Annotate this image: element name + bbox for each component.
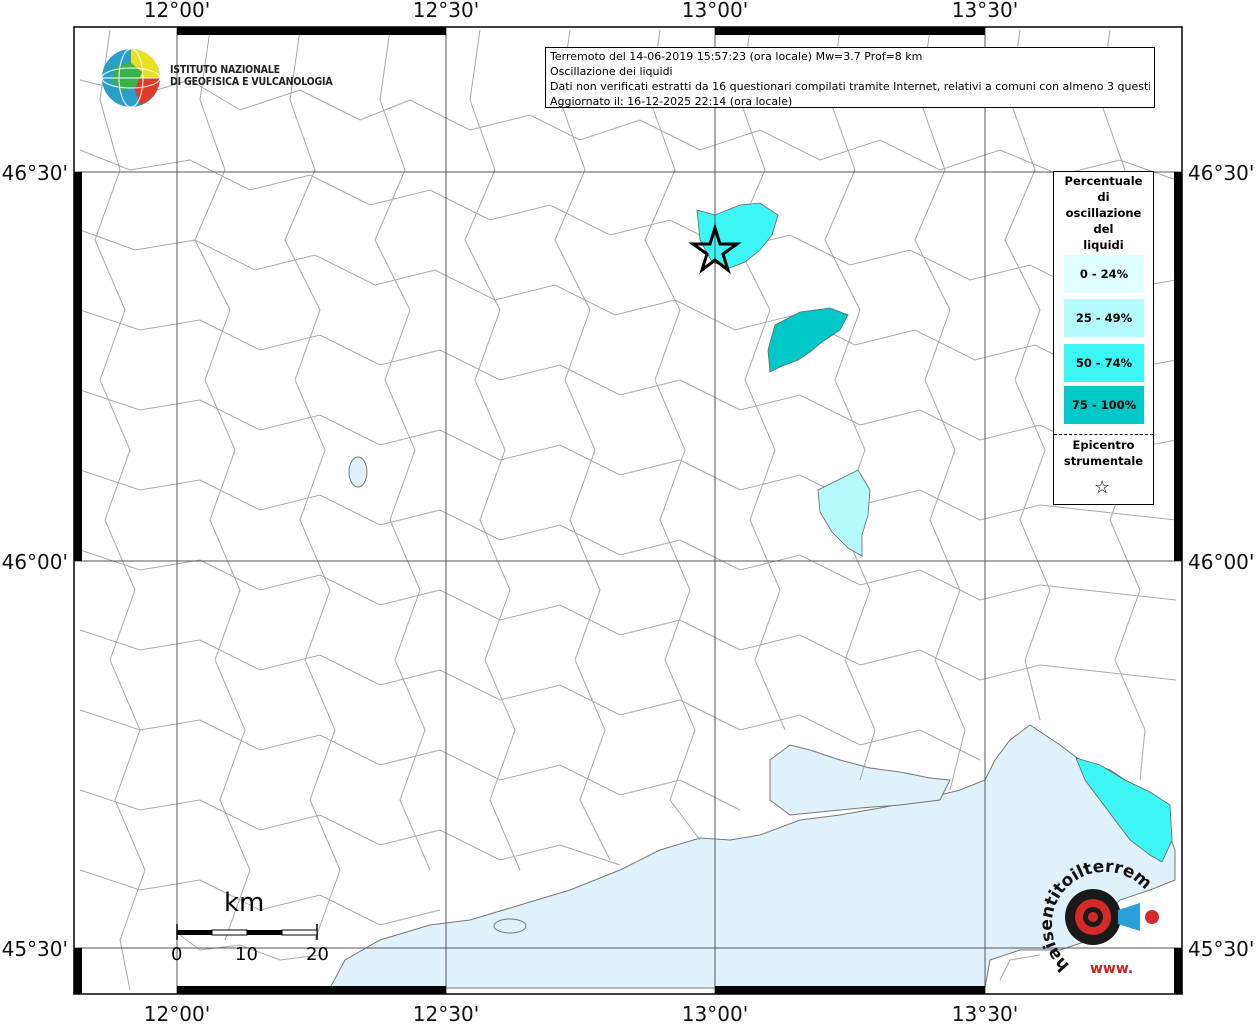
legend-swatch-75-100: 75 - 100% xyxy=(1064,386,1144,424)
legend-title-line: di xyxy=(1097,190,1110,204)
logo-line-1: ISTITUTO NAZIONALE xyxy=(170,64,280,76)
legend-epicenter-label: Epicentro strumentale xyxy=(1054,437,1153,469)
scale-label-10: 10 xyxy=(235,944,258,965)
lon-tick-bottom-4: 13°30' xyxy=(952,1002,1018,1024)
lon-tick-bottom-3: 13°00' xyxy=(682,1002,748,1024)
lat-tick-left-3: 45°30' xyxy=(2,937,68,961)
haisentito-logo-icon: haisentitoilterremoto.it www. xyxy=(1024,840,1159,977)
legend-swatch-50-74: 50 - 74% xyxy=(1064,344,1144,382)
lake xyxy=(348,456,368,488)
lat-tick-right-3: 45°30' xyxy=(1188,937,1254,961)
data-note: Dati non verificati estratti da 16 quest… xyxy=(550,80,1150,93)
legend-star-icon: ☆ xyxy=(1094,477,1111,498)
globe-icon xyxy=(101,48,161,108)
lon-tick-bottom-2: 12°30' xyxy=(413,1002,479,1024)
event-title: Terremoto del 14-06-2019 15:57:23 (ora l… xyxy=(550,50,923,63)
lon-tick-top-3: 13°00' xyxy=(682,0,748,22)
event-info-box: Terremoto del 14-06-2019 15:57:23 (ora l… xyxy=(545,47,1155,108)
lat-tick-right-2: 46°00' xyxy=(1188,550,1254,574)
scale-bar: km 0 10 20 xyxy=(168,888,338,970)
watermark-www: www. xyxy=(1090,961,1133,977)
updated-timestamp: Aggiornato il: 16-12-2025 22:14 (ora loc… xyxy=(550,95,793,108)
lon-tick-top-2: 12°30' xyxy=(413,0,479,22)
legend-title-line: Percentuale xyxy=(1064,174,1143,188)
legend: Percentuale di oscillazione del liquidi … xyxy=(1053,171,1154,505)
lon-tick-top-4: 13°30' xyxy=(952,0,1018,22)
ingv-logo: ISTITUTO NAZIONALE DI GEOFISICA E VULCAN… xyxy=(100,47,340,109)
lat-tick-left-2: 46°00' xyxy=(2,550,68,574)
legend-title: Percentuale di oscillazione del liquidi xyxy=(1054,173,1153,253)
scale-unit: km xyxy=(224,888,265,918)
legend-epicenter-line-1: Epicentro xyxy=(1072,438,1135,452)
lat-tick-left-1: 46°30' xyxy=(2,161,68,185)
logo-line-2: DI GEOFISICA E VULCANOLOGIA xyxy=(170,76,333,88)
legend-title-line: oscillazione xyxy=(1065,206,1142,220)
scale-label-0: 0 xyxy=(171,944,183,965)
legend-epicenter-line-2: strumentale xyxy=(1063,454,1144,468)
legend-swatch-25-49: 25 - 49% xyxy=(1064,299,1144,337)
lon-tick-bottom-1: 12°00' xyxy=(144,1002,210,1024)
legend-title-line: liquidi xyxy=(1083,238,1124,252)
lagoon-small xyxy=(493,918,527,934)
legend-separator xyxy=(1054,434,1153,435)
lon-tick-top-1: 12°00' xyxy=(144,0,210,22)
map-subject: Oscillazione dei liquidi xyxy=(550,65,673,78)
legend-swatch-0-24: 0 - 24% xyxy=(1064,255,1144,293)
scale-label-20: 20 xyxy=(306,944,329,965)
lat-tick-right-1: 46°30' xyxy=(1188,161,1254,185)
legend-title-line: del xyxy=(1093,222,1114,236)
haisentito-logo: haisentitoilterremoto.it www. xyxy=(1024,840,1180,980)
